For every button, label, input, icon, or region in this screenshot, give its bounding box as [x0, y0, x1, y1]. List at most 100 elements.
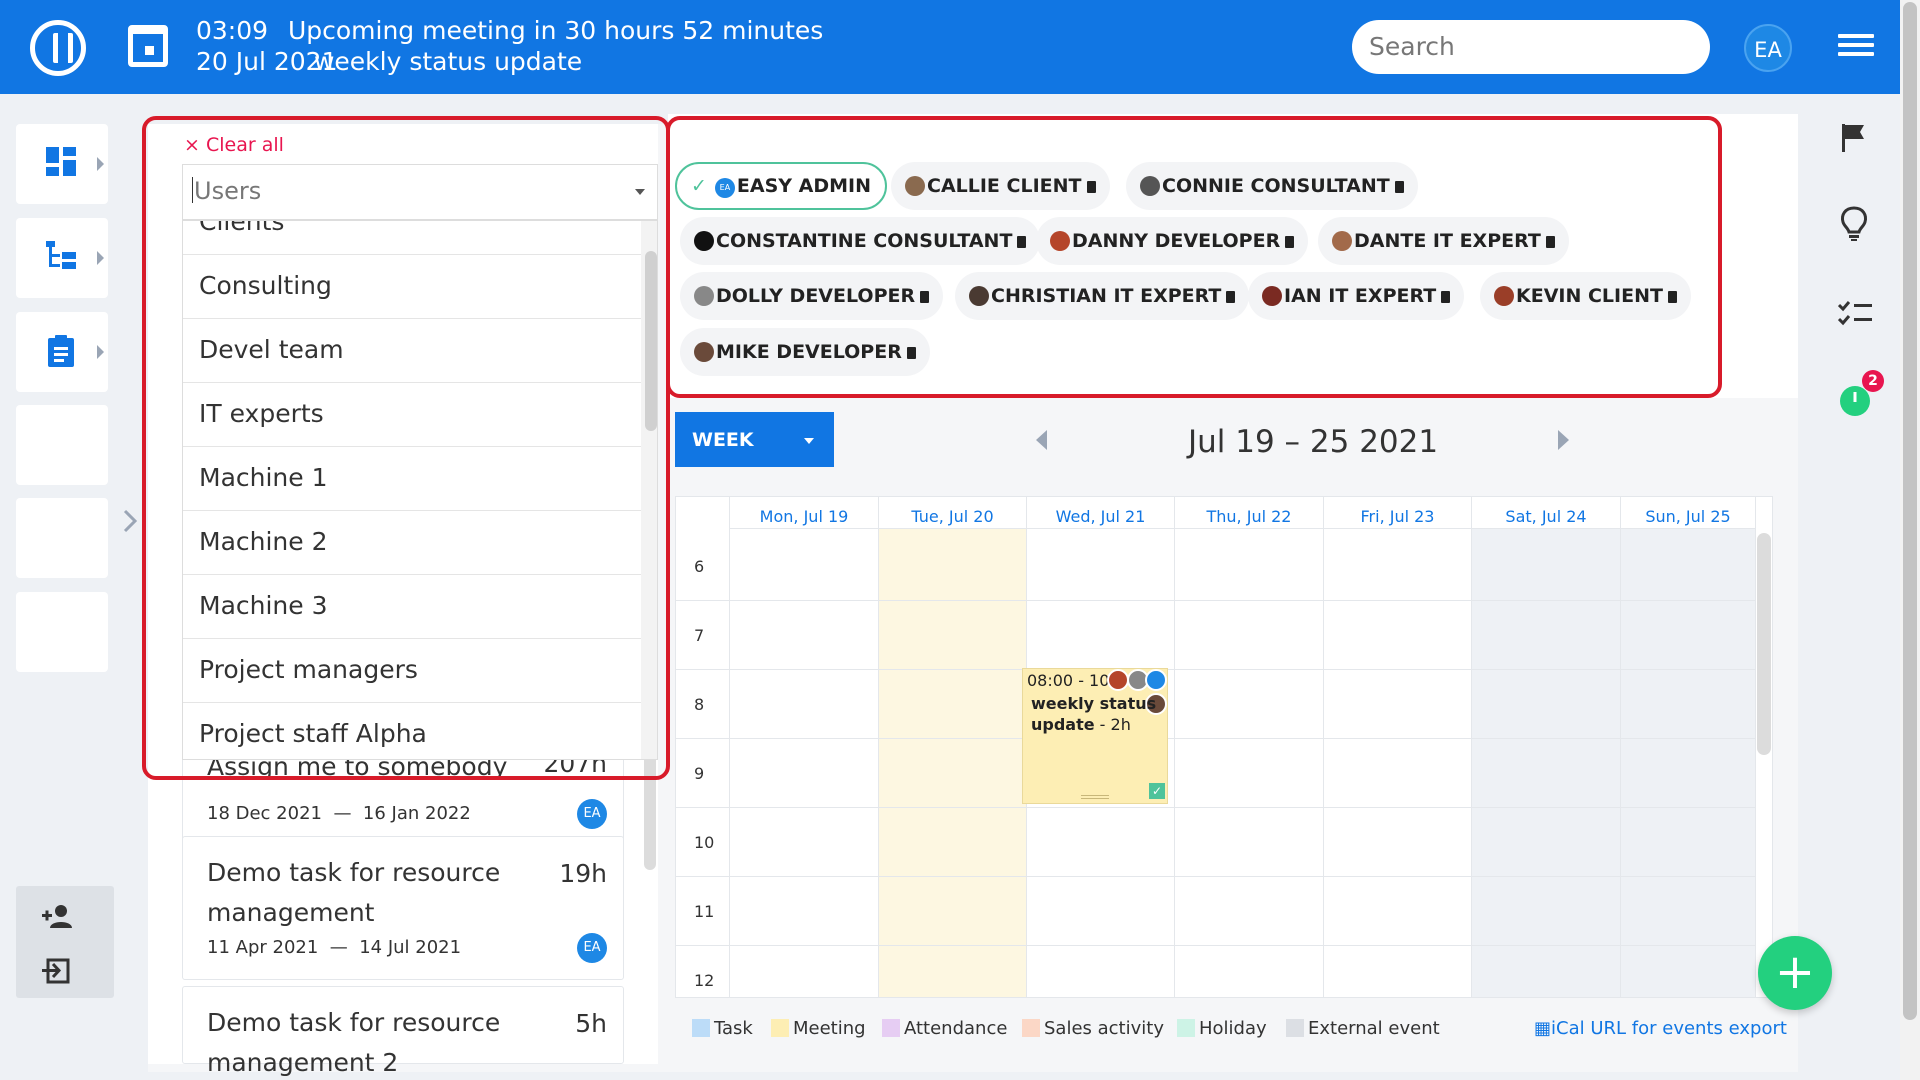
user-chip[interactable]: DANTE IT EXPERT [1318, 217, 1569, 265]
dropdown-option[interactable]: Devel team [183, 319, 641, 383]
trash-icon[interactable] [920, 291, 930, 303]
event-time: 08:00 - 10 [1027, 671, 1110, 690]
add-button[interactable]: + [1758, 936, 1832, 1010]
dropdown-option[interactable]: Machine 2 [183, 511, 641, 575]
sidebar-dashboard-button[interactable] [16, 124, 108, 204]
view-select[interactable]: WEEK [675, 412, 834, 467]
avatar [905, 176, 925, 196]
users-dropdown: Clients Consulting Devel team IT experts… [182, 220, 658, 760]
day-header[interactable]: Wed, Jul 21 [1027, 497, 1175, 529]
event-name: weekly status update [1031, 694, 1157, 734]
day-header[interactable]: Sun, Jul 25 [1621, 497, 1756, 529]
check-icon[interactable]: ✓ [1149, 783, 1165, 799]
expand-arrow-icon[interactable] [97, 345, 104, 359]
dropdown-option[interactable]: IT experts [183, 383, 641, 447]
logo-icon[interactable] [30, 20, 86, 76]
user-chip-label: EASY ADMIN [736, 175, 872, 197]
day-header[interactable]: Sat, Jul 24 [1472, 497, 1621, 529]
dropdown-option[interactable]: Project managers [183, 639, 641, 703]
ical-export-link[interactable]: ▦iCal URL for events export [1534, 1018, 1787, 1039]
sidebar-empty-button[interactable] [16, 405, 108, 485]
flag-icon[interactable] [1838, 122, 1870, 154]
clear-all-link[interactable]: × Clear all [184, 134, 284, 156]
day-header[interactable]: Tue, Jul 20 [879, 497, 1027, 529]
dropdown-option[interactable]: Project staff Alpha [183, 703, 641, 759]
user-chip[interactable]: CONNIE CONSULTANT [1126, 162, 1418, 210]
dropdown-option[interactable]: Machine 1 [183, 447, 641, 511]
lightbulb-icon[interactable] [1838, 206, 1870, 242]
resize-handle[interactable] [1081, 795, 1109, 799]
trash-icon[interactable] [1226, 291, 1236, 303]
search-input[interactable]: Search [1352, 20, 1710, 74]
legend-item: External event [1286, 1018, 1440, 1039]
trash-icon[interactable] [1441, 291, 1451, 303]
calendar-icon[interactable] [128, 25, 168, 67]
avatar [1140, 176, 1160, 196]
expand-arrow-icon[interactable] [97, 157, 104, 171]
logout-icon[interactable] [42, 958, 70, 984]
assignee-avatar[interactable]: EA [577, 933, 607, 963]
avatar [1050, 231, 1070, 251]
chevron-right-icon[interactable] [120, 506, 140, 536]
chevron-down-icon[interactable] [635, 189, 645, 195]
user-chip-easy-admin[interactable]: ✓ EA EASY ADMIN [675, 162, 888, 210]
user-avatar[interactable]: EA [1744, 24, 1792, 72]
next-week-icon[interactable] [1558, 430, 1569, 450]
user-chip[interactable]: DOLLY DEVELOPER [680, 272, 944, 320]
prev-week-icon[interactable] [1036, 430, 1047, 450]
hour-label: 11 [694, 902, 715, 921]
user-chip[interactable]: IAN IT EXPERT [1248, 272, 1465, 320]
user-chip-label: CALLIE CLIENT [927, 175, 1082, 197]
user-chip[interactable]: CHRISTIAN IT EXPERT [955, 272, 1250, 320]
sidebar-empty-button[interactable] [16, 592, 108, 672]
user-chip[interactable]: CALLIE CLIENT [891, 162, 1110, 210]
meeting-line-2[interactable]: 20 Jul 2021 weekly status update [196, 47, 582, 76]
user-chip[interactable]: DANNY DEVELOPER [1036, 217, 1309, 265]
trash-icon[interactable] [1017, 236, 1027, 248]
dropdown-option[interactable]: Machine 3 [183, 575, 641, 639]
hour-label: 7 [694, 626, 705, 645]
user-chip[interactable]: MIKE DEVELOPER [680, 328, 930, 376]
day-header[interactable]: Thu, Jul 22 [1175, 497, 1324, 529]
menu-icon[interactable] [1838, 34, 1874, 60]
dropdown-option[interactable]: Consulting [183, 255, 641, 319]
users-placeholder: Users [194, 177, 262, 205]
meeting-line-1[interactable]: 03:09 Upcoming meeting in 30 hours 52 mi… [196, 16, 823, 45]
user-chip-label: DOLLY DEVELOPER [716, 285, 916, 307]
trash-icon[interactable] [1667, 291, 1677, 303]
trash-icon[interactable] [1545, 236, 1555, 248]
task-title: Demo task for resource management 2 [207, 1008, 501, 1077]
hour-label: 12 [694, 971, 715, 990]
user-chip[interactable]: CONSTANTINE CONSULTANT [680, 217, 1041, 265]
users-select[interactable]: Users [182, 164, 658, 220]
task-card[interactable]: Demo task for resource management 2 5h [182, 986, 624, 1077]
day-header[interactable]: Mon, Jul 19 [730, 497, 879, 529]
hour-label: 10 [694, 833, 715, 852]
legend-label: Sales activity [1044, 1018, 1164, 1039]
meeting-event[interactable]: 08:00 - 10 weekly status update - 2h ✓ [1022, 668, 1168, 804]
legend-item: Meeting [771, 1018, 866, 1039]
trash-icon[interactable] [1394, 181, 1404, 193]
avatar [1262, 286, 1282, 306]
add-user-icon[interactable] [42, 904, 74, 930]
user-chip[interactable]: KEVIN CLIENT [1480, 272, 1691, 320]
sidebar-tasks-button[interactable] [16, 312, 108, 392]
user-chip-label: DANTE IT EXPERT [1354, 230, 1541, 252]
dropdown-option[interactable]: Clients [183, 221, 641, 255]
trash-icon[interactable] [906, 347, 916, 359]
trash-icon[interactable] [1285, 236, 1295, 248]
day-header[interactable]: Fri, Jul 23 [1324, 497, 1472, 529]
calendar-scrollbar[interactable] [1757, 533, 1771, 755]
dropdown-scrollbar[interactable] [641, 221, 657, 759]
trash-icon[interactable] [1086, 181, 1096, 193]
hour-label: 6 [694, 557, 705, 576]
task-card[interactable]: Demo task for resource management 19h 11… [182, 836, 624, 980]
user-chip-label: KEVIN CLIENT [1516, 285, 1663, 307]
page-scrollbar[interactable] [1900, 0, 1920, 1080]
assignee-avatar[interactable]: EA [577, 799, 607, 829]
timer-badge: 2 [1862, 370, 1884, 392]
sidebar-empty-button[interactable] [16, 498, 108, 578]
checklist-icon[interactable] [1838, 300, 1874, 328]
sidebar-structure-button[interactable] [16, 218, 108, 298]
expand-arrow-icon[interactable] [97, 251, 104, 265]
